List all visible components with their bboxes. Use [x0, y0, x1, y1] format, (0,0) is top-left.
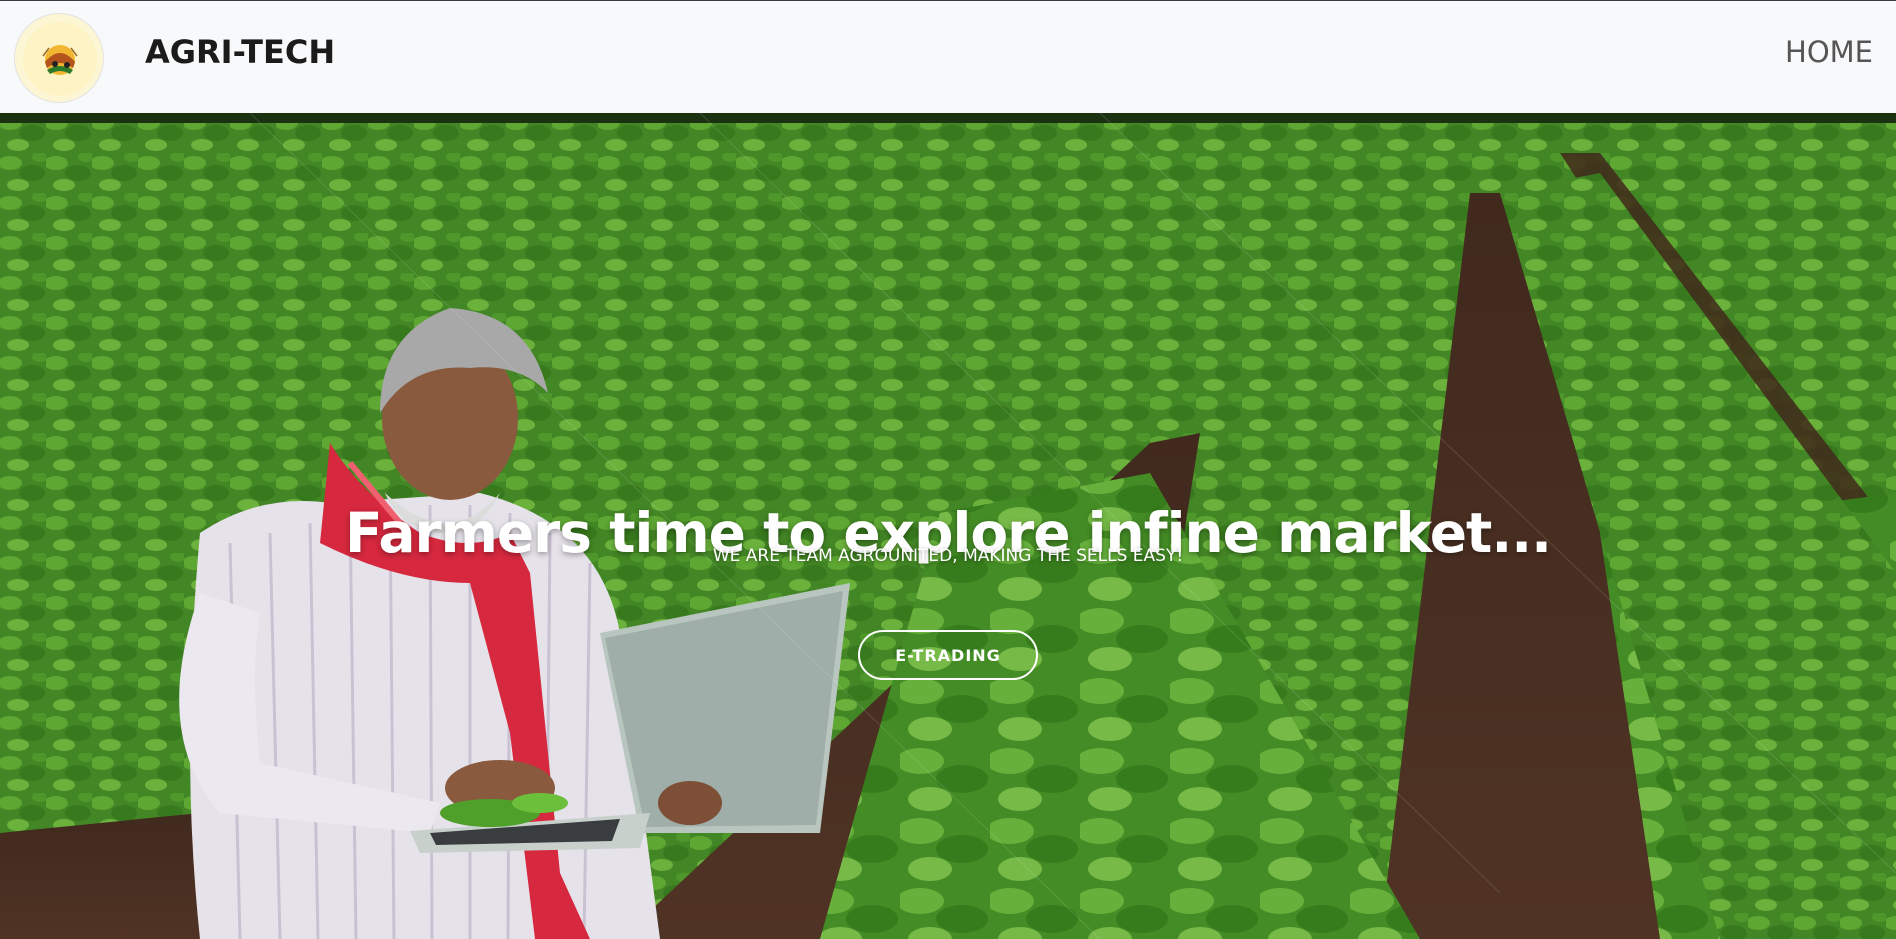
agri-logo-icon[interactable] [14, 13, 104, 103]
hero-section: Farmers time to explore infine market...… [0, 113, 1896, 939]
brand-name[interactable]: AGRI-TECH [145, 33, 335, 71]
e-trading-button[interactable]: E-TRADING [858, 630, 1038, 680]
nav-link-home[interactable]: HOME [1785, 35, 1873, 69]
hero-subtitle: WE ARE TEAM AGROUNITED, MAKING THE SELLS… [712, 546, 1184, 566]
page: AGRI-TECH HOME Farmers time to explore i… [0, 0, 1896, 939]
navbar: AGRI-TECH HOME [0, 0, 1896, 113]
logo-graphic [23, 22, 97, 96]
